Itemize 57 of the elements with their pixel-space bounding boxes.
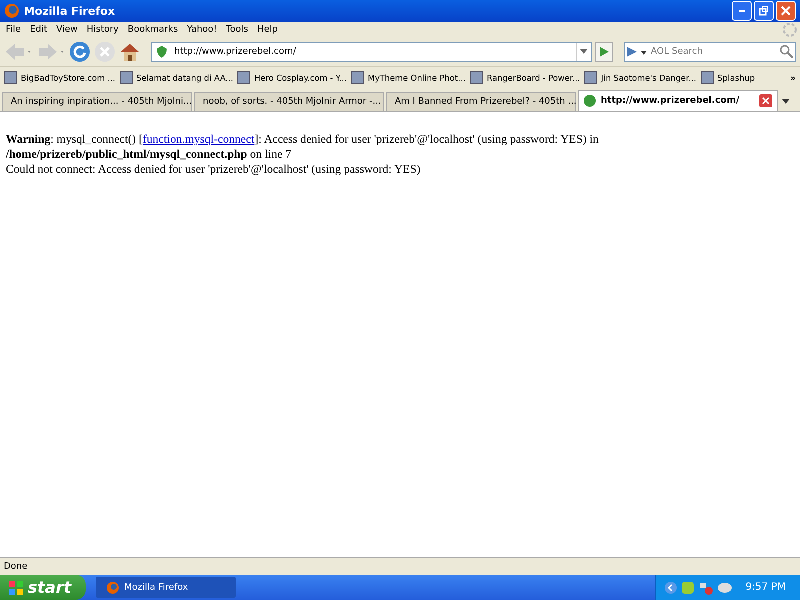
favicon-icon bbox=[4, 71, 18, 85]
search-icon[interactable] bbox=[779, 44, 795, 60]
bookmark-item[interactable]: RangerBoard - Power... bbox=[470, 71, 580, 85]
close-button[interactable] bbox=[776, 1, 796, 21]
taskbar-button[interactable]: Mozilla Firefox bbox=[96, 577, 236, 598]
bookmark-item[interactable]: Selamat datang di AA... bbox=[120, 71, 234, 85]
throbber-icon bbox=[782, 22, 798, 38]
error-message: Could not connect: Access denied for user 'prizereb'@'localhost' (using password: YES) bbox=[6, 162, 422, 177]
firefox-icon bbox=[4, 3, 20, 19]
close-tab-icon[interactable] bbox=[759, 94, 773, 108]
menu-item[interactable]: History bbox=[82, 24, 124, 34]
clock: 9:57 PM bbox=[746, 582, 786, 593]
restore-button[interactable] bbox=[754, 1, 774, 21]
menu-item[interactable]: Tools bbox=[222, 24, 254, 34]
start-button[interactable]: start bbox=[0, 575, 86, 600]
search-bar[interactable]: AOL Search bbox=[624, 42, 796, 62]
menu-item[interactable]: Bookmarks bbox=[124, 24, 184, 34]
favicon-icon bbox=[700, 71, 715, 85]
browser-tab[interactable]: An inspiring inpiration... - 405th Mjolni... bbox=[2, 92, 192, 111]
menu-item[interactable]: Help bbox=[253, 24, 283, 34]
function-link[interactable]: function.mysql-connect bbox=[142, 132, 255, 146]
menu-item[interactable]: View bbox=[52, 24, 83, 34]
favicon-icon bbox=[120, 71, 134, 85]
go-button[interactable] bbox=[595, 42, 614, 62]
browser-tab[interactable]: noob, of sorts. - 405th Mjolnir Armor -... bbox=[194, 92, 384, 111]
bookmark-item[interactable]: BigBadToyStore.com ... bbox=[4, 71, 116, 85]
bookmark-item[interactable]: MyTheme Online Phot... bbox=[351, 71, 466, 85]
firefox-icon bbox=[106, 580, 120, 594]
bookmark-item[interactable]: Splashup bbox=[700, 71, 756, 85]
reload-icon[interactable] bbox=[69, 40, 92, 62]
window-title: Mozilla Firefox bbox=[24, 4, 116, 18]
play-icon bbox=[598, 46, 610, 58]
browser-tab[interactable]: http://www.prizerebel.com/ bbox=[578, 90, 778, 111]
menu-item[interactable]: Edit bbox=[26, 24, 52, 34]
bookmark-item[interactable]: Hero Cosplay.com - Y... bbox=[237, 71, 348, 85]
favicon-icon bbox=[237, 71, 252, 85]
shield-icon bbox=[156, 44, 168, 58]
minimize-button[interactable] bbox=[732, 1, 752, 21]
favicon-icon bbox=[470, 71, 484, 85]
caret-icon bbox=[782, 98, 790, 104]
address-bar[interactable]: http://www.prizerebel.com/ bbox=[151, 42, 592, 62]
favicon-icon bbox=[351, 71, 366, 85]
warning-message: Warning: mysql_connect() [function.mysql-connect]: Access denied for user 'prizereb'@'localhost' (using password: YES) in /home/prizereb/public_html/mysql_connect.php on line 7 bbox=[6, 132, 600, 162]
menu-item[interactable]: Yahoo! bbox=[183, 24, 222, 34]
bookmark-item[interactable]: Jin Saotome's Danger... bbox=[584, 71, 697, 85]
browser-tab[interactable]: Am I Banned From Prizerebel? - 405th ... bbox=[386, 92, 576, 111]
restore-icon bbox=[759, 6, 769, 16]
windows-logo-icon bbox=[8, 580, 24, 596]
close-icon bbox=[781, 6, 791, 16]
favicon-icon bbox=[584, 71, 598, 85]
more-bookmarks-button[interactable]: » bbox=[790, 73, 796, 83]
favicon-icon bbox=[583, 94, 597, 108]
caret-icon bbox=[580, 48, 588, 54]
chevron-icon[interactable] bbox=[664, 580, 678, 594]
minimize-icon bbox=[739, 10, 745, 12]
status-text: Done bbox=[4, 562, 28, 572]
menu-item[interactable]: File bbox=[2, 24, 26, 34]
